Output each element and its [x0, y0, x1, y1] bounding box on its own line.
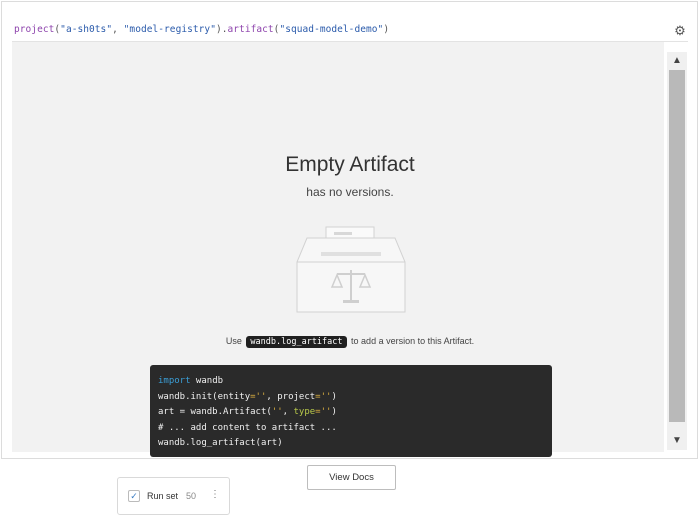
- query-expression[interactable]: project("a-sh0ts", "model-registry").art…: [14, 24, 389, 35]
- runset-label: Run set: [147, 491, 179, 501]
- view-docs-button[interactable]: View Docs: [307, 465, 396, 490]
- code-line-5: wandb.log_artifact(art): [158, 438, 283, 448]
- ballot-box-scales-icon: [296, 226, 406, 313]
- triangle-down-icon[interactable]: ▼: [667, 432, 687, 450]
- query-entity-arg: "a-sh0ts": [60, 24, 113, 35]
- check-icon[interactable]: ✓: [128, 490, 140, 502]
- code-snippet: import wandb wandb.init(entity='', proje…: [150, 365, 552, 457]
- code-line-1: import wandb: [158, 376, 224, 386]
- code-line-3: art = wandb.Artifact('', type=''): [158, 407, 337, 417]
- vertical-ellipsis-icon[interactable]: ⋮: [210, 489, 220, 501]
- code-line-2: wandb.init(entity='', project=''): [158, 391, 337, 402]
- query-project-arg: "model-registry": [123, 24, 216, 35]
- triangle-up-icon[interactable]: ▲: [667, 52, 687, 70]
- code-line-4: # ... add content to artifact ...: [158, 422, 337, 433]
- usage-hint: Use wandb.log_artifact to add a version …: [225, 336, 475, 348]
- query-fn-artifact: artifact: [227, 24, 274, 35]
- runset-control[interactable]: ✓ Run set 50 ⋮: [117, 477, 230, 515]
- scrollbar-thumb[interactable]: [669, 70, 685, 422]
- empty-artifact-title: Empty Artifact: [285, 153, 415, 176]
- query-fn-project: project: [14, 24, 55, 35]
- runset-count: 50: [186, 491, 197, 501]
- scrollbar[interactable]: ▲ ▼: [667, 52, 687, 450]
- gear-icon[interactable]: ⚙: [673, 24, 687, 38]
- usage-code-chip: wandb.log_artifact: [246, 336, 347, 348]
- empty-artifact-subtitle: has no versions.: [306, 185, 394, 199]
- artifact-content: Empty Artifact has no versions. Use wand…: [12, 42, 664, 490]
- query-artifact-arg: "squad-model-demo": [279, 24, 384, 35]
